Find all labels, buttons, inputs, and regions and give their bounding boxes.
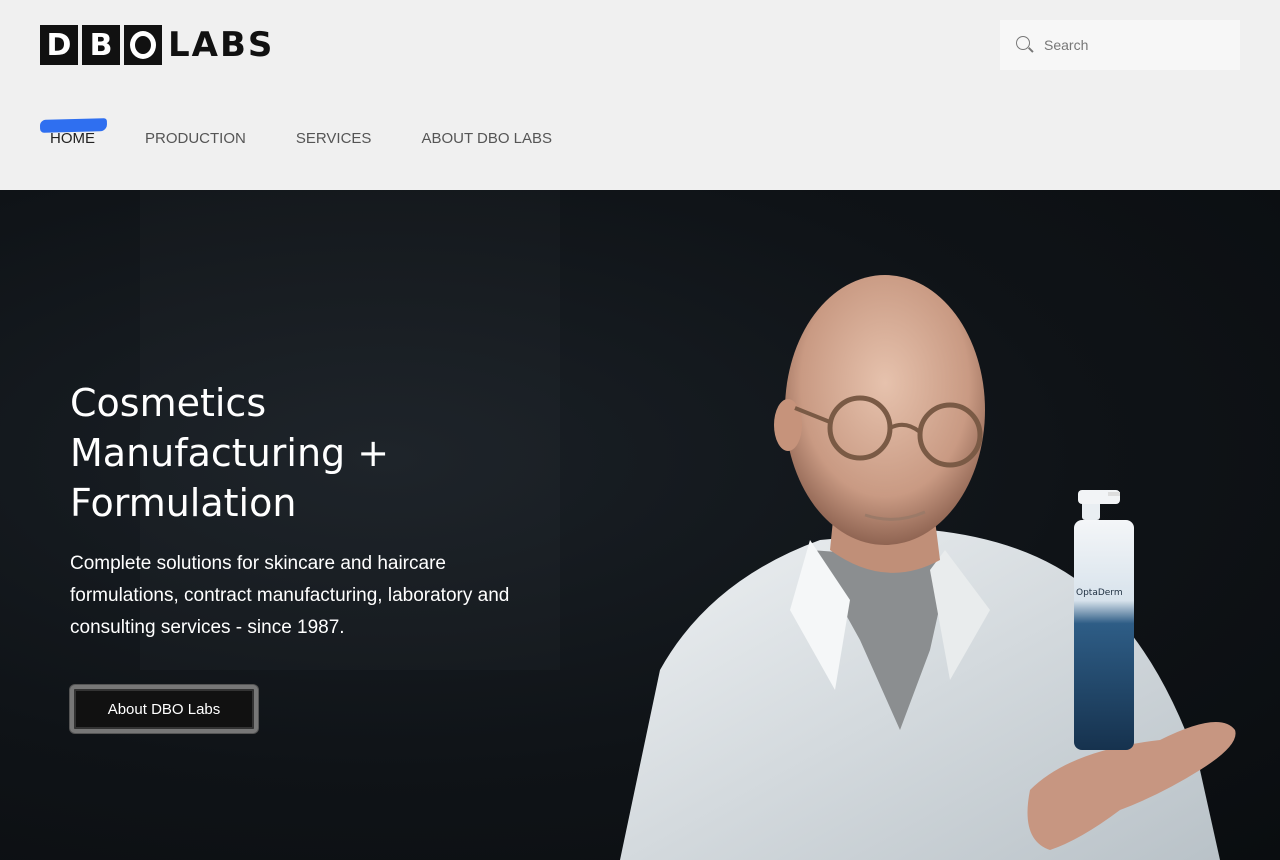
dbo-labs-logo[interactable]: D B LABS xyxy=(40,25,274,65)
nav-item-label: HOME xyxy=(50,130,95,147)
logo-letter-b: B xyxy=(82,25,120,65)
main-nav: HOME PRODUCTION SERVICES ABOUT DBO LABS xyxy=(39,118,602,150)
search-input[interactable] xyxy=(1044,37,1224,53)
logo-letter-o xyxy=(124,25,162,65)
search-box[interactable] xyxy=(1000,20,1240,70)
nav-item-services[interactable]: SERVICES xyxy=(296,128,372,150)
nav-item-home[interactable]: HOME xyxy=(39,118,108,150)
nav-item-label: ABOUT DBO LABS xyxy=(421,130,553,147)
nav-item-production[interactable]: PRODUCTION xyxy=(145,128,246,150)
nav-item-about[interactable]: ABOUT DBO LABS xyxy=(421,128,552,150)
nav-item-label: PRODUCTION xyxy=(145,130,246,147)
hero-subtitle: Complete solutions for skincare and hair… xyxy=(70,553,510,638)
about-dbo-labs-button[interactable]: About DBO Labs xyxy=(70,685,258,733)
logo-letter-d: D xyxy=(40,25,78,65)
nav-item-label: SERVICES xyxy=(295,130,372,147)
hero-title: Cosmetics Manufacturing + Formulation xyxy=(70,381,390,525)
hero-photo-scientist: OptaDerm xyxy=(620,275,1236,860)
bottle-brand-text: OptaDerm xyxy=(1076,588,1123,598)
search-icon xyxy=(1016,36,1034,54)
hero-section: OptaDerm Cosmetics Manufacturing + Formu… xyxy=(0,190,1280,860)
site-header: D B LABS HOME PRODUCTION SERVICES ABOUT … xyxy=(0,0,1280,190)
logo-labs-text: LABS xyxy=(168,25,275,65)
